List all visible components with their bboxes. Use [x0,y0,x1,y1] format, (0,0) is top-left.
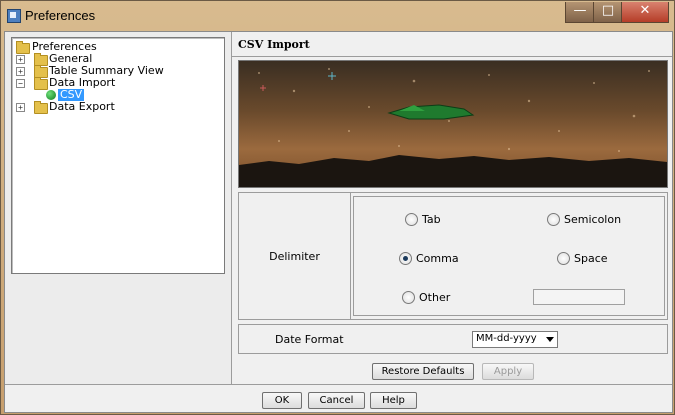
folder-icon [34,101,48,114]
radio-tab[interactable]: Tab [405,213,441,226]
dialog-client-area: Preferences + General + Table Summary Vi… [4,31,673,413]
radio-label: Space [574,252,608,265]
banner-image [238,60,668,188]
cancel-button[interactable]: Cancel [308,392,365,409]
collapse-icon[interactable]: − [16,79,25,88]
tree-item-label: Data Import [49,76,116,89]
other-delimiter-input[interactable] [533,289,625,305]
date-format-label: Date Format [275,333,344,346]
chevron-down-icon[interactable] [546,337,554,342]
title-bar[interactable]: Preferences — □ ✕ [1,1,674,31]
date-format-select[interactable]: MM-dd-yyyy [472,331,558,348]
maximize-button[interactable]: □ [593,2,623,23]
radio-comma[interactable]: Comma [399,252,459,265]
radio-button-icon[interactable] [557,252,570,265]
radio-label: Comma [416,252,459,265]
radio-label: Semicolon [564,213,622,226]
preferences-tree[interactable]: Preferences + General + Table Summary Vi… [11,37,225,274]
date-format-row: Date Format MM-dd-yyyy [238,324,668,354]
ok-button[interactable]: OK [262,392,302,409]
close-button[interactable]: ✕ [621,2,669,23]
delimiter-group: Delimiter Tab Semicolon Comma Space Othe… [238,192,668,320]
apply-button[interactable]: Apply [482,363,534,380]
minimize-button[interactable]: — [565,2,595,23]
folder-icon [16,41,30,54]
radio-button-icon[interactable] [547,213,560,226]
folder-icon [34,77,48,90]
radio-button-icon[interactable] [402,291,415,304]
radio-button-selected-icon[interactable] [399,252,412,265]
delimiter-options: Tab Semicolon Comma Space Other [353,196,665,316]
date-format-value: MM-dd-yyyy [476,333,537,344]
delimiter-label: Delimiter [239,193,351,319]
radio-other[interactable]: Other [402,291,450,304]
csv-import-panel: CSV Import Delimiter Tab Semicolon Comma… [232,32,672,384]
preferences-window: Preferences — □ ✕ Preferences + General … [0,0,675,415]
tree-item-label: Data Export [49,100,115,113]
footer-divider [5,384,672,385]
app-icon [7,9,21,23]
expand-icon[interactable]: + [16,67,25,76]
radio-button-icon[interactable] [405,213,418,226]
expand-icon[interactable]: + [16,55,25,64]
restore-defaults-button[interactable]: Restore Defaults [372,363,474,380]
radio-semicolon[interactable]: Semicolon [547,213,621,226]
expand-icon[interactable]: + [16,103,25,112]
radio-label: Other [419,291,451,304]
title-divider [232,56,672,57]
radio-space[interactable]: Space [557,252,608,265]
help-button[interactable]: Help [370,392,417,409]
window-title: Preferences [25,8,96,23]
navigation-panel: Preferences + General + Table Summary Vi… [5,32,232,384]
panel-title: CSV Import [238,38,310,51]
radio-label: Tab [422,213,441,226]
leaf-node-icon [46,90,56,100]
